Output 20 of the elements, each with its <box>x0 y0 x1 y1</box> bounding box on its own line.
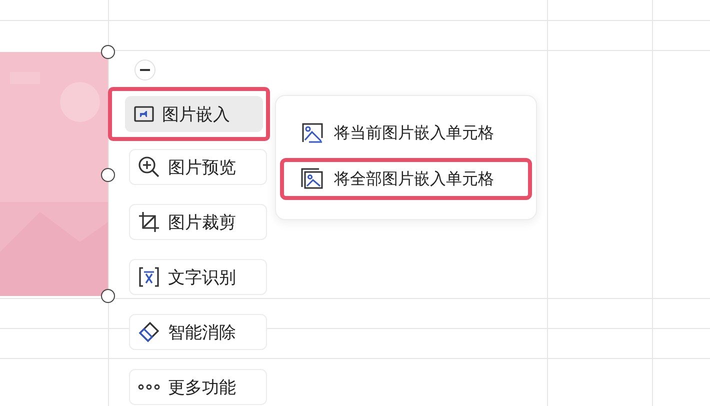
eraser-icon <box>138 321 160 343</box>
images-icon <box>300 168 324 190</box>
tool-button[interactable]: 更多功能 <box>129 369 267 405</box>
image-icon <box>134 105 154 123</box>
image-icon <box>300 122 324 144</box>
resize-handle[interactable] <box>101 168 115 182</box>
collapse-icon[interactable] <box>134 59 156 81</box>
tool-button[interactable]: 文字识别 <box>129 259 267 295</box>
tool-button[interactable]: 智能消除 <box>129 314 267 350</box>
menu-item[interactable]: 将当前图片嵌入单元格 <box>284 116 508 150</box>
crop-icon <box>138 211 160 233</box>
tool-button[interactable]: 图片裁剪 <box>129 204 267 240</box>
menu-item[interactable]: 将全部图片嵌入单元格 <box>284 162 508 196</box>
tool-button[interactable]: 图片预览 <box>129 149 267 185</box>
resize-handle[interactable] <box>101 45 115 59</box>
zoom-in-icon <box>138 156 160 178</box>
tool-button[interactable]: 图片嵌入 <box>125 96 263 132</box>
more-icon <box>138 384 160 390</box>
text-scan-icon <box>138 266 160 288</box>
resize-handle[interactable] <box>101 289 115 303</box>
